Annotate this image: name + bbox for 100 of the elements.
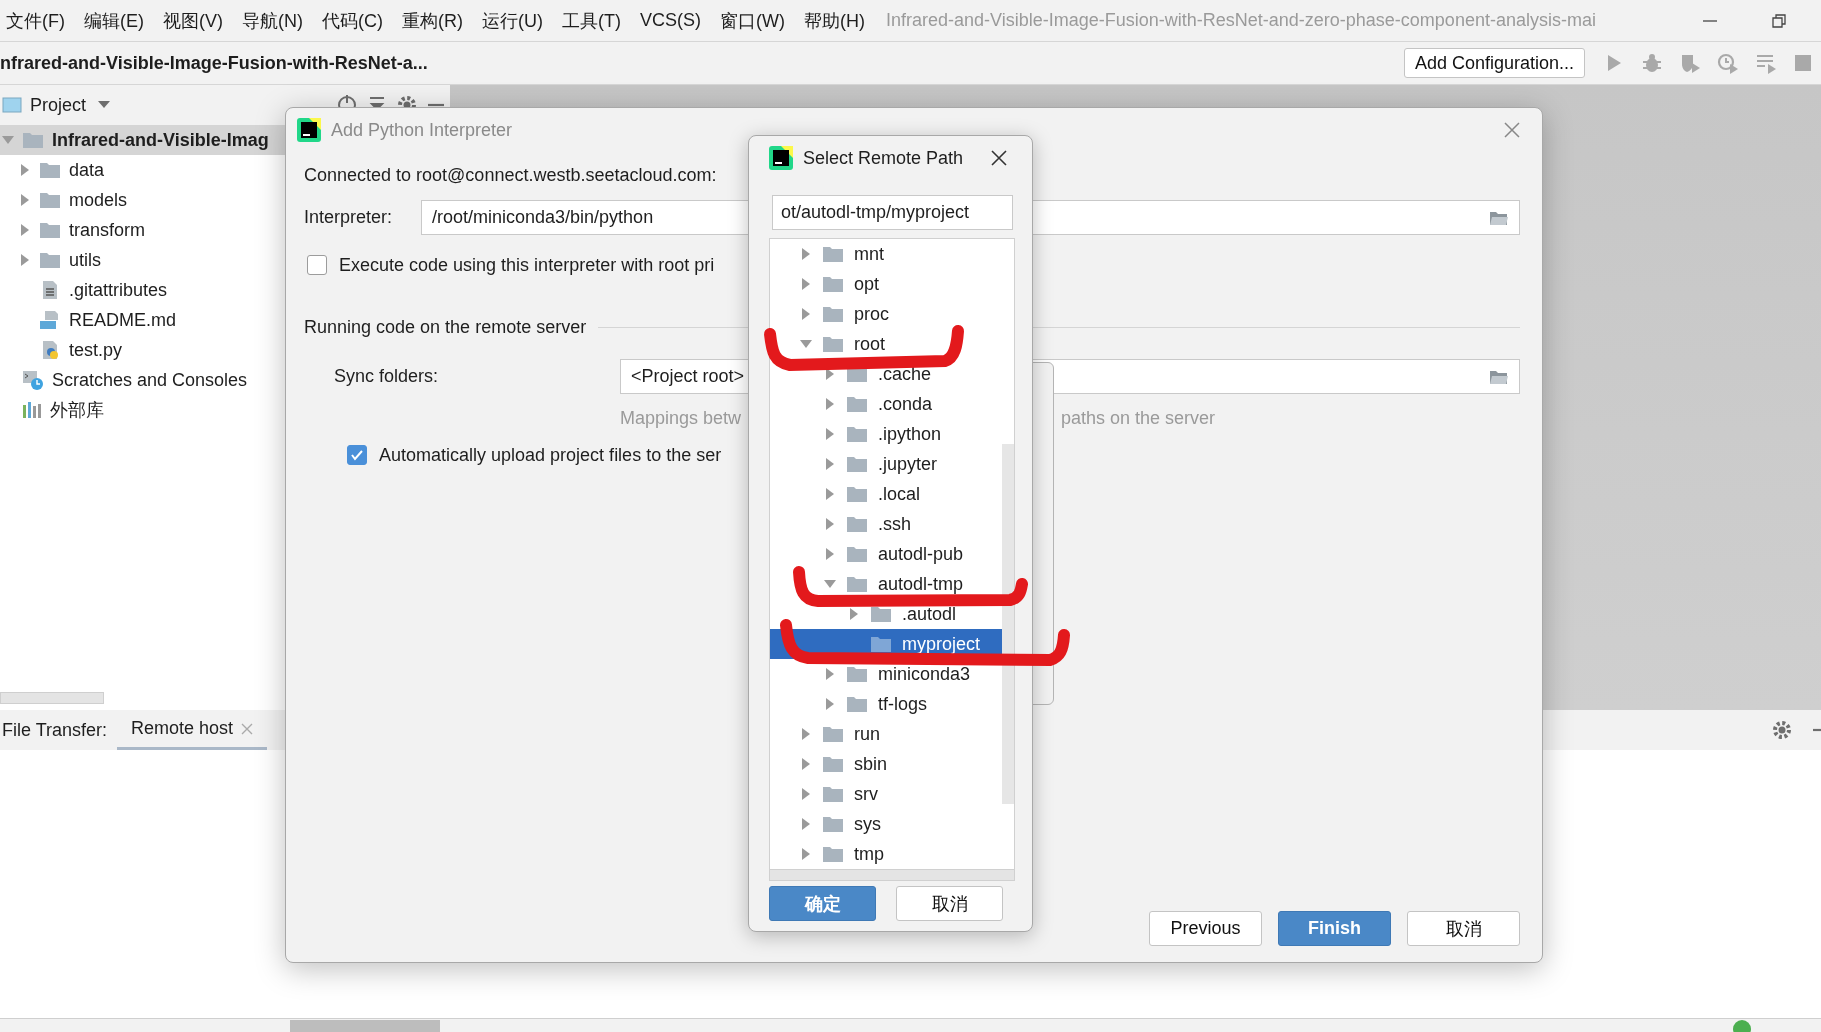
folder-icon [846, 545, 868, 563]
clock-run-icon[interactable] [1717, 52, 1739, 74]
library-icon [22, 401, 42, 419]
caret-right-icon[interactable] [19, 164, 31, 176]
dialog-button[interactable]: 取消 [896, 886, 1003, 921]
checkbox[interactable] [307, 255, 327, 275]
tree-item[interactable]: .ipython [770, 419, 1002, 449]
caret-right-icon[interactable] [800, 848, 812, 860]
caret-right-icon[interactable] [800, 788, 812, 800]
scrollbar[interactable] [1002, 444, 1014, 804]
tree-item[interactable]: sys [770, 809, 1002, 839]
caret-right-icon[interactable] [19, 224, 31, 236]
hint-text: paths on the server [1061, 407, 1216, 429]
folder-icon[interactable] [1489, 209, 1509, 226]
panel-title[interactable]: Project [30, 94, 87, 116]
caret-right-icon[interactable] [19, 254, 31, 266]
tree-item[interactable]: autodl-pub [770, 539, 1002, 569]
menu-item[interactable]: 文件(F) [6, 8, 65, 33]
caret-right-icon[interactable] [800, 818, 812, 830]
tree-item[interactable]: tf-logs [770, 689, 1002, 719]
close-icon[interactable] [991, 150, 1007, 166]
menu-item[interactable]: 帮助(H) [803, 8, 865, 33]
shield-run-icon[interactable] [1679, 52, 1701, 74]
caret-right-icon[interactable] [824, 428, 836, 440]
path-field[interactable]: ot/autodl-tmp/myproject [772, 195, 1013, 230]
tree-item[interactable]: .local [770, 479, 1002, 509]
tree-item[interactable]: transform [0, 215, 285, 245]
menu-item[interactable]: 重构(R) [402, 8, 463, 33]
bug-icon[interactable] [1641, 52, 1663, 74]
folder-icon [22, 131, 44, 149]
caret-right-icon[interactable] [824, 368, 836, 380]
tree-item[interactable]: tmp [770, 839, 1002, 869]
caret-down-icon[interactable] [800, 338, 812, 350]
restore-icon[interactable] [1771, 12, 1787, 29]
caret-right-icon[interactable] [848, 608, 860, 620]
add-configuration-button[interactable]: Add Configuration... [1403, 48, 1585, 78]
caret-right-icon[interactable] [824, 668, 836, 680]
tree-item[interactable]: Scratches and Consoles [0, 365, 285, 395]
checkbox-label: Execute code using this interpreter with root pri [339, 254, 715, 276]
caret-right-icon[interactable] [800, 278, 812, 290]
folder-icon [822, 845, 844, 863]
status-icon[interactable] [1733, 1019, 1751, 1032]
tree-item[interactable]: data [0, 155, 285, 185]
tree-item[interactable]: mnt [770, 239, 1002, 269]
menu-item[interactable]: 导航(N) [242, 8, 303, 33]
menu-item[interactable]: VCS(S) [639, 10, 701, 31]
menu-item[interactable]: 视图(V) [163, 8, 223, 33]
tree-item[interactable]: sbin [770, 749, 1002, 779]
caret-right-icon[interactable] [824, 518, 836, 530]
checkbox[interactable] [347, 445, 367, 465]
tree-item[interactable]: proc [770, 299, 1002, 329]
project-breadcrumb[interactable]: nfrared-and-Visible-Image-Fusion-with-ResNet-a... [0, 52, 1404, 74]
tree-item[interactable]: srv [770, 779, 1002, 809]
caret-right-icon[interactable] [824, 398, 836, 410]
tree-item[interactable]: utils [0, 245, 285, 275]
tree-item[interactable]: README.md [0, 305, 285, 335]
folder-icon [822, 335, 844, 353]
tree-item[interactable]: run [770, 719, 1002, 749]
caret-right-icon[interactable] [800, 308, 812, 320]
tree-item[interactable]: 外部库 [0, 395, 285, 425]
menu-item[interactable]: 工具(T) [562, 8, 621, 33]
folder-icon [822, 245, 844, 263]
caret-right-icon[interactable] [824, 488, 836, 500]
caret-right-icon[interactable] [824, 548, 836, 560]
gear-icon[interactable] [1771, 719, 1793, 741]
folder-icon [822, 785, 844, 803]
tree-item[interactable]: Infrared-and-Visible-Imag [0, 125, 285, 155]
caret-right-icon[interactable] [800, 728, 812, 740]
stop-icon[interactable] [1793, 53, 1813, 73]
tree-item[interactable]: models [0, 185, 285, 215]
scrollbar[interactable] [769, 869, 1015, 881]
caret-down-icon[interactable] [2, 134, 14, 146]
tree-item[interactable]: .gitattributes [0, 275, 285, 305]
primary-button[interactable]: 确定 [769, 886, 876, 921]
menu-item[interactable]: 代码(C) [322, 8, 383, 33]
dropdown-caret-icon[interactable] [98, 101, 111, 109]
panel-label: File Transfer: [2, 719, 108, 741]
folder-icon [822, 755, 844, 773]
dialog-button[interactable]: Previous [1149, 911, 1262, 946]
menu-item[interactable]: 窗口(W) [720, 8, 785, 33]
tree-item[interactable]: .jupyter [770, 449, 1002, 479]
folder-icon[interactable] [1489, 368, 1509, 385]
caret-right-icon[interactable] [800, 248, 812, 260]
dialog-button[interactable]: 取消 [1407, 911, 1520, 946]
folder-icon [846, 695, 868, 713]
caret-right-icon[interactable] [19, 194, 31, 206]
menu-item[interactable]: 运行(U) [482, 8, 543, 33]
scrollbar[interactable] [0, 692, 104, 704]
folder-icon [39, 161, 61, 179]
caret-right-icon[interactable] [800, 758, 812, 770]
tree-item[interactable]: .ssh [770, 509, 1002, 539]
menu-item[interactable]: 编辑(E) [84, 8, 144, 33]
caret-down-icon[interactable] [824, 578, 836, 590]
app-logo-icon [769, 146, 793, 170]
list-run-icon[interactable] [1755, 52, 1777, 74]
primary-button[interactable]: Finish [1278, 911, 1391, 946]
tree-item[interactable]: test.py [0, 335, 285, 365]
interpreter-label: Interpreter: [304, 207, 394, 228]
caret-right-icon[interactable] [824, 458, 836, 470]
tree-item[interactable]: opt [770, 269, 1002, 299]
